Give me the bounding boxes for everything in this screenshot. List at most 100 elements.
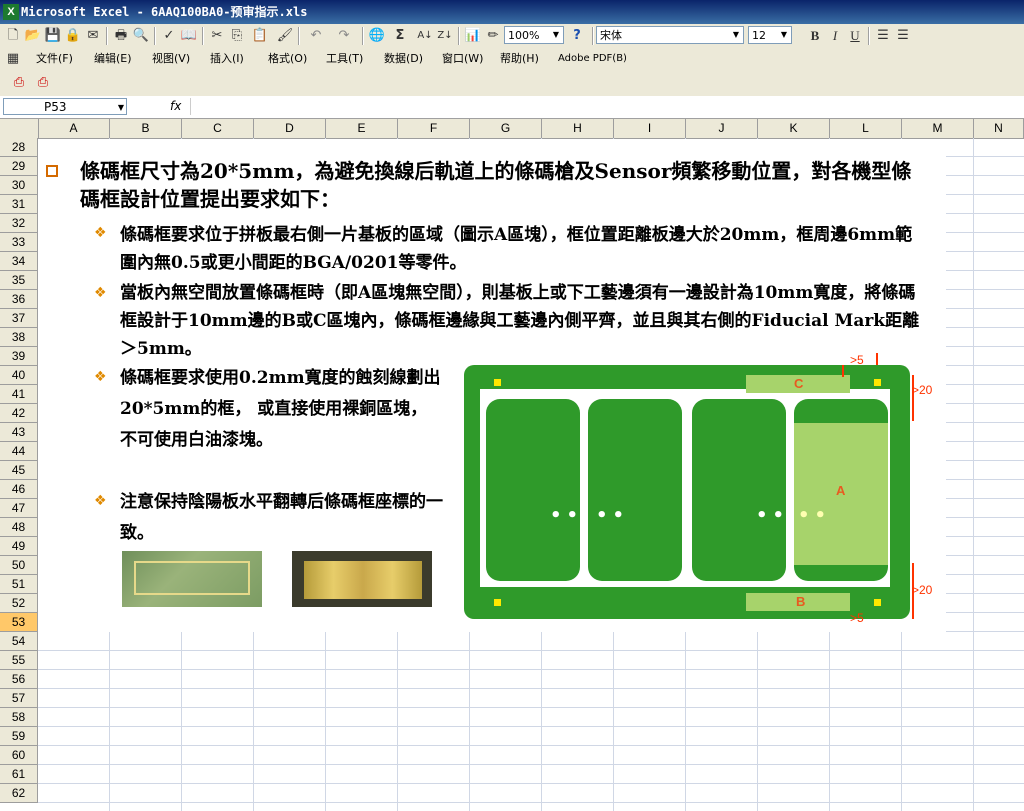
row-header[interactable]: 46 bbox=[0, 480, 38, 499]
menu-insert[interactable]: 插入(I) bbox=[210, 52, 244, 66]
function-icon[interactable]: fx bbox=[170, 99, 181, 113]
row-header[interactable]: 59 bbox=[0, 727, 38, 746]
name-box[interactable]: P53 ▼ bbox=[3, 98, 127, 115]
column-header[interactable]: I bbox=[614, 119, 686, 138]
row-header[interactable]: 32 bbox=[0, 214, 38, 233]
menu-help[interactable]: 帮助(H) bbox=[500, 52, 539, 66]
align-left-icon[interactable]: ☰ bbox=[874, 27, 892, 45]
column-header[interactable]: C bbox=[182, 119, 254, 138]
paste-icon[interactable]: 📋 bbox=[248, 27, 272, 45]
menu-view[interactable]: 视图(V) bbox=[152, 52, 190, 66]
row-header[interactable]: 57 bbox=[0, 689, 38, 708]
redo-icon[interactable]: ↷ bbox=[332, 27, 356, 45]
row-header[interactable]: 51 bbox=[0, 575, 38, 594]
row-header[interactable]: 43 bbox=[0, 423, 38, 442]
chevron-down-icon[interactable]: ▼ bbox=[118, 99, 124, 116]
row-header[interactable]: 53 bbox=[0, 613, 38, 632]
column-header[interactable]: A bbox=[38, 119, 110, 138]
row-header[interactable]: 34 bbox=[0, 252, 38, 271]
spelling-icon[interactable]: ✓ bbox=[160, 27, 178, 45]
underline-button[interactable]: U bbox=[846, 27, 864, 45]
print-preview-icon[interactable]: 🔍 bbox=[132, 27, 150, 45]
row-header[interactable]: 60 bbox=[0, 746, 38, 765]
row-header[interactable]: 31 bbox=[0, 195, 38, 214]
font-name-select[interactable]: 宋体 ▼ bbox=[596, 26, 744, 44]
chevron-down-icon[interactable]: ▼ bbox=[550, 28, 562, 42]
format-painter-icon[interactable]: 🖌 bbox=[276, 27, 294, 45]
bold-button[interactable]: B bbox=[806, 27, 824, 45]
menu-tools[interactable]: 工具(T) bbox=[326, 52, 363, 66]
row-header[interactable]: 45 bbox=[0, 461, 38, 480]
research-icon[interactable]: 📖 bbox=[180, 27, 198, 45]
menu-file[interactable]: 文件(F) bbox=[36, 52, 73, 66]
column-header[interactable]: H bbox=[542, 119, 614, 138]
help-icon[interactable]: ? bbox=[568, 27, 586, 45]
row-header[interactable]: 42 bbox=[0, 404, 38, 423]
menu-data[interactable]: 数据(D) bbox=[384, 52, 423, 66]
row-header[interactable]: 28 bbox=[0, 138, 38, 157]
convert-to-pdf-icon[interactable]: ⎙ bbox=[10, 74, 28, 92]
sort-descending-icon[interactable]: Z↓ bbox=[436, 27, 454, 45]
row-header[interactable]: 50 bbox=[0, 556, 38, 575]
row-header[interactable]: 61 bbox=[0, 765, 38, 784]
row-header[interactable]: 48 bbox=[0, 518, 38, 537]
cut-icon[interactable]: ✂ bbox=[208, 27, 226, 45]
row-header[interactable]: 52 bbox=[0, 594, 38, 613]
select-all-corner[interactable] bbox=[0, 119, 39, 138]
sort-ascending-icon[interactable]: A↓ bbox=[416, 27, 434, 45]
font-size-select[interactable]: 12 ▼ bbox=[748, 26, 792, 44]
column-header[interactable]: K bbox=[758, 119, 830, 138]
column-header[interactable]: F bbox=[398, 119, 470, 138]
align-center-icon[interactable]: ☰ bbox=[894, 27, 912, 45]
column-header[interactable]: J bbox=[686, 119, 758, 138]
drawing-icon[interactable]: ✏ bbox=[484, 27, 502, 45]
italic-button[interactable]: I bbox=[826, 27, 844, 45]
chevron-down-icon[interactable]: ▼ bbox=[778, 28, 790, 42]
row-header[interactable]: 40 bbox=[0, 366, 38, 385]
row-header[interactable]: 47 bbox=[0, 499, 38, 518]
column-header[interactable]: L bbox=[830, 119, 902, 138]
row-header[interactable]: 33 bbox=[0, 233, 38, 252]
undo-icon[interactable]: ↶ bbox=[304, 27, 328, 45]
row-header[interactable]: 41 bbox=[0, 385, 38, 404]
menu-adobe-pdf[interactable]: Adobe PDF(B) bbox=[558, 52, 627, 66]
open-icon[interactable]: 📂 bbox=[24, 27, 42, 45]
menu-edit[interactable]: 编辑(E) bbox=[94, 52, 132, 66]
new-icon[interactable]: 🗋 bbox=[4, 27, 22, 45]
email-icon[interactable]: ✉ bbox=[84, 27, 102, 45]
permission-icon[interactable]: 🔒 bbox=[64, 27, 82, 45]
chart-wizard-icon[interactable]: 📊 bbox=[464, 27, 482, 45]
zoom-select[interactable]: 100% ▼ bbox=[504, 26, 564, 44]
row-header[interactable]: 56 bbox=[0, 670, 38, 689]
column-header[interactable]: B bbox=[110, 119, 182, 138]
menu-window[interactable]: 窗口(W) bbox=[442, 52, 483, 66]
row-header[interactable]: 38 bbox=[0, 328, 38, 347]
row-header[interactable]: 54 bbox=[0, 632, 38, 651]
embedded-slide-image[interactable]: 條碼框尺寸為20*5mm，為避免換線后軌道上的條碼槍及Sensor頻繁移動位置，… bbox=[38, 139, 946, 632]
row-header[interactable]: 49 bbox=[0, 537, 38, 556]
formula-input[interactable] bbox=[190, 98, 1021, 115]
pdf-email-icon[interactable]: ⎙ bbox=[34, 74, 52, 92]
hyperlink-icon[interactable]: 🌐 bbox=[368, 27, 386, 45]
row-header[interactable]: 30 bbox=[0, 176, 38, 195]
menu-format[interactable]: 格式(O) bbox=[268, 52, 307, 66]
row-header[interactable]: 29 bbox=[0, 157, 38, 176]
row-header[interactable]: 36 bbox=[0, 290, 38, 309]
column-header[interactable]: M bbox=[902, 119, 974, 138]
row-header[interactable]: 44 bbox=[0, 442, 38, 461]
print-icon[interactable]: 🖶 bbox=[112, 27, 130, 45]
workbook-icon[interactable]: ▦ bbox=[6, 50, 20, 68]
row-header[interactable]: 62 bbox=[0, 784, 38, 803]
row-header[interactable]: 55 bbox=[0, 651, 38, 670]
row-header[interactable]: 58 bbox=[0, 708, 38, 727]
autosum-icon[interactable]: Σ bbox=[388, 27, 412, 45]
chevron-down-icon[interactable]: ▼ bbox=[730, 28, 742, 42]
row-header[interactable]: 39 bbox=[0, 347, 38, 366]
copy-icon[interactable]: ⎘ bbox=[228, 27, 246, 45]
column-header[interactable]: G bbox=[470, 119, 542, 138]
row-header[interactable]: 35 bbox=[0, 271, 38, 290]
column-header[interactable]: E bbox=[326, 119, 398, 138]
column-header[interactable]: N bbox=[974, 119, 1024, 138]
row-header[interactable]: 37 bbox=[0, 309, 38, 328]
save-icon[interactable]: 💾 bbox=[44, 27, 62, 45]
